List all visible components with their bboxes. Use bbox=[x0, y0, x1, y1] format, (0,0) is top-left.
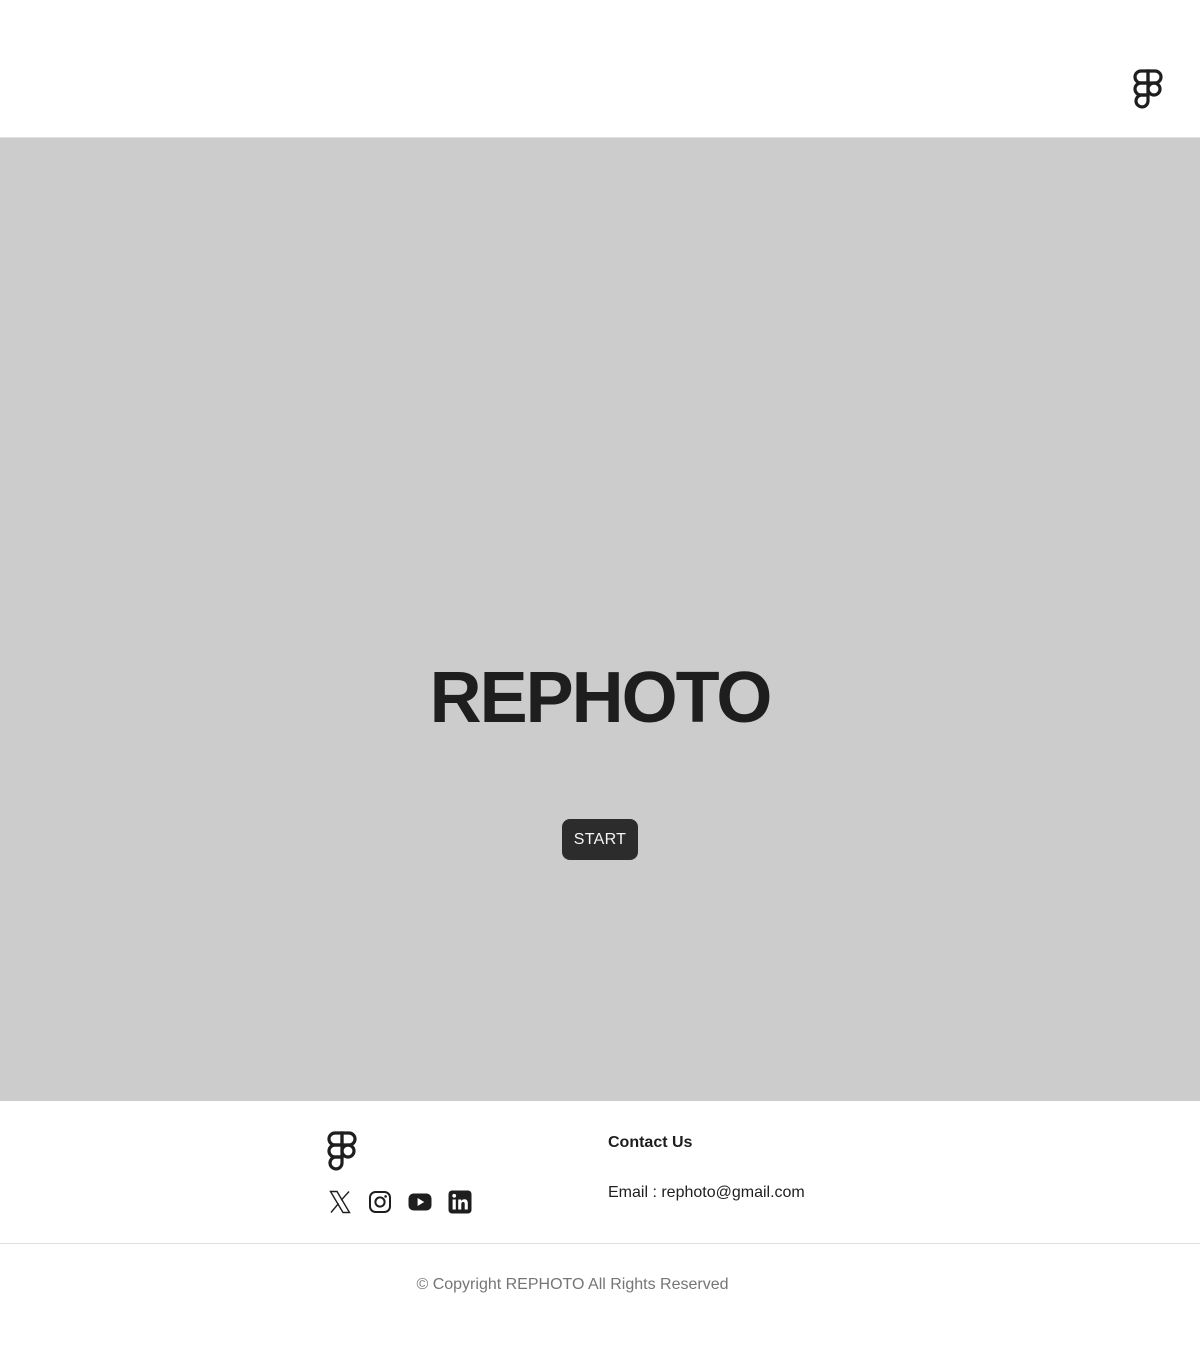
copyright-text: © Copyright REPHOTO All Rights Reserved bbox=[416, 1276, 729, 1293]
hero-title: REPHOTO bbox=[429, 658, 773, 738]
figma-logo-icon[interactable] bbox=[1133, 69, 1163, 109]
figma-logo-icon[interactable] bbox=[327, 1131, 357, 1171]
site-header bbox=[0, 0, 1200, 138]
contact-heading: Contact Us bbox=[608, 1134, 693, 1151]
youtube-icon[interactable] bbox=[408, 1190, 432, 1214]
start-button[interactable]: START bbox=[562, 819, 638, 860]
x-twitter-icon[interactable] bbox=[328, 1190, 352, 1214]
hero-section: REPHOTO START bbox=[0, 138, 1200, 1101]
linkedin-icon[interactable] bbox=[448, 1190, 472, 1214]
social-links bbox=[328, 1190, 472, 1214]
site-footer: Contact Us Email : rephoto@gmail.com bbox=[0, 1101, 1200, 1244]
instagram-icon[interactable] bbox=[368, 1190, 392, 1214]
contact-email[interactable]: Email : rephoto@gmail.com bbox=[608, 1184, 805, 1202]
